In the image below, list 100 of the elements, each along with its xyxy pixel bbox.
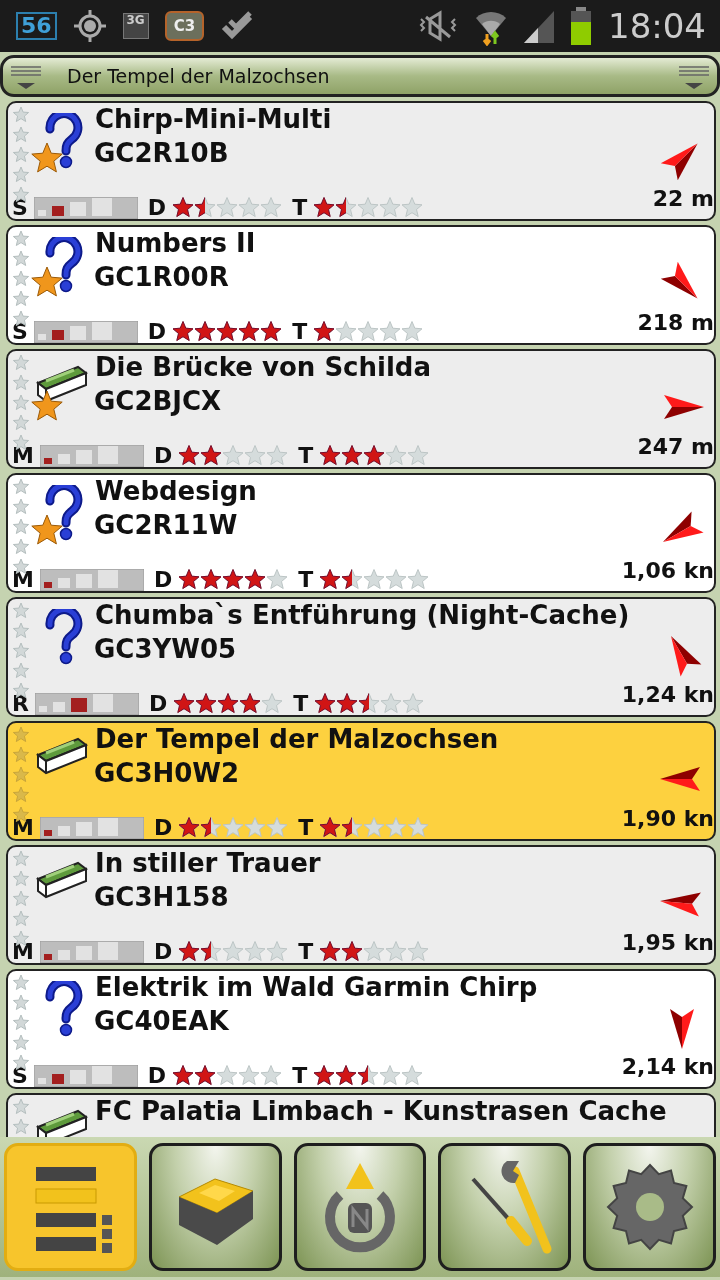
star-icon xyxy=(222,817,245,839)
star-icon xyxy=(216,1065,239,1087)
star-icon xyxy=(341,445,364,467)
size-icon xyxy=(39,445,144,467)
size-icon xyxy=(33,1065,138,1087)
network-indicator: 3G xyxy=(122,13,149,39)
star-icon xyxy=(319,445,342,467)
terrain-letter: T xyxy=(298,941,314,963)
star-icon xyxy=(335,1065,358,1087)
star-icon xyxy=(222,445,245,467)
difficulty-letter: D xyxy=(153,941,173,963)
size-icon xyxy=(39,569,144,591)
vibrate-icon xyxy=(418,9,458,43)
signal-icon xyxy=(524,9,554,43)
star-icon xyxy=(401,1065,424,1087)
cache-row[interactable]: Webdesign GC2R11W M D T 1,06 kn xyxy=(6,473,716,593)
difficulty-letter: D xyxy=(153,445,173,467)
star-icon xyxy=(357,1065,380,1087)
distance-label: 22 m xyxy=(652,185,714,213)
question-mark-icon xyxy=(44,981,84,1037)
star-icon xyxy=(173,693,196,715)
star-icon xyxy=(194,1065,217,1087)
star-icon xyxy=(319,941,342,963)
cache-code: GC1R00R xyxy=(94,261,230,294)
star-icon xyxy=(385,569,408,591)
cache-row[interactable]: Numbers II GC1R00R S D T 218 m xyxy=(6,225,716,345)
cache-name: Elektrik im Wald Garmin Chirp xyxy=(95,971,539,1003)
cache-row[interactable]: Der Tempel der Malzochsen GC3H0W2 M D T 1,90 kn xyxy=(6,721,716,841)
star-icon xyxy=(260,1065,283,1087)
list-selector[interactable]: Der Tempel der Malzochsen xyxy=(0,55,720,97)
star-icon xyxy=(363,817,386,839)
cache-code: GC3H158 xyxy=(94,881,230,914)
notification-badge: 56 xyxy=(16,12,57,40)
cache-name: Webdesign xyxy=(95,475,258,507)
star-icon xyxy=(260,197,283,219)
star-icon xyxy=(172,321,195,343)
cache-row[interactable]: Chirp-Mini-Multi GC2R10B S D T 22 m xyxy=(6,101,716,221)
star-icon xyxy=(178,817,201,839)
terrain-letter: T xyxy=(293,693,309,715)
size-letter: R xyxy=(12,693,29,715)
terrain-letter: T xyxy=(298,569,314,591)
star-icon xyxy=(314,693,337,715)
cache-code: GC3YW05 xyxy=(94,633,238,666)
settings-button[interactable] xyxy=(583,1143,716,1271)
distance-label: 247 m xyxy=(637,433,714,461)
star-icon xyxy=(244,941,267,963)
cache-name: Chumba`s Entführung (Night-Cache) xyxy=(95,599,631,631)
star-icon xyxy=(313,197,336,219)
app-icon: C3 xyxy=(164,10,205,42)
star-icon xyxy=(363,445,386,467)
star-icon xyxy=(363,569,386,591)
cache-row[interactable]: Die Brücke von Schilda GC2BJCX M D T 247 m xyxy=(6,349,716,469)
compass-button[interactable] xyxy=(293,1143,427,1271)
cache-code: GC3H0W2 xyxy=(94,757,241,790)
star-icon xyxy=(319,817,342,839)
star-icon xyxy=(222,941,245,963)
star-icon xyxy=(200,941,223,963)
star-icon xyxy=(407,445,430,467)
star-icon xyxy=(244,569,267,591)
cache-name: In stiller Trauer xyxy=(95,847,322,879)
star-icon xyxy=(178,445,201,467)
list-button[interactable] xyxy=(4,1143,137,1271)
question-mark-icon xyxy=(44,609,84,665)
star-icon xyxy=(341,569,364,591)
cache-row[interactable]: Elektrik im Wald Garmin Chirp GC40EAK S D T 2,14 kn xyxy=(6,969,716,1089)
cache-row[interactable]: In stiller Trauer GC3H158 M D T 1,95 kn xyxy=(6,845,716,965)
star-icon xyxy=(336,693,359,715)
size-letter: M xyxy=(12,445,34,467)
star-icon xyxy=(200,569,223,591)
cache-name: Der Tempel der Malzochsen xyxy=(95,723,500,755)
star-icon xyxy=(385,817,408,839)
star-icon xyxy=(266,569,289,591)
difficulty-letter: D xyxy=(153,817,173,839)
star-icon xyxy=(266,817,289,839)
size-icon xyxy=(39,817,144,839)
star-icon xyxy=(238,197,261,219)
star-icon xyxy=(266,445,289,467)
star-icon xyxy=(261,693,284,715)
size-icon xyxy=(33,321,138,343)
cache-button[interactable] xyxy=(148,1143,282,1271)
cache-name: Die Brücke von Schilda xyxy=(95,351,433,383)
star-icon xyxy=(194,197,217,219)
cache-row[interactable]: Chumba`s Entführung (Night-Cache) GC3YW05 R D T 1,24 kn xyxy=(6,597,716,717)
star-icon xyxy=(216,197,239,219)
star-icon xyxy=(244,817,267,839)
difficulty-letter: D xyxy=(147,1065,167,1087)
cache-name: Chirp-Mini-Multi xyxy=(95,103,333,135)
star-icon xyxy=(238,1065,261,1087)
difficulty-letter: D xyxy=(153,569,173,591)
question-mark-icon xyxy=(44,113,84,169)
star-icon xyxy=(402,693,425,715)
cache-code: GC2R11W xyxy=(94,509,239,542)
tools-button[interactable] xyxy=(438,1143,572,1271)
star-icon xyxy=(319,569,342,591)
cache-row[interactable]: FC Palatia Limbach - Kunstrasen Cache xyxy=(6,1093,716,1137)
distance-label: 1,06 kn xyxy=(621,557,714,585)
star-icon xyxy=(260,321,283,343)
star-icon xyxy=(217,693,240,715)
star-icon xyxy=(313,1065,336,1087)
star-icon xyxy=(194,321,217,343)
